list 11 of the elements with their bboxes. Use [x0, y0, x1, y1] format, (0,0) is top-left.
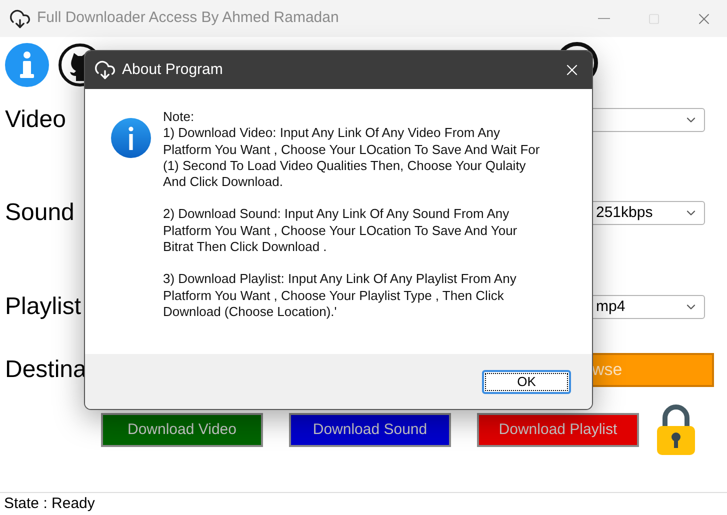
dialog-title: About Program — [122, 60, 223, 80]
note-heading: Note: — [163, 109, 196, 126]
window-title: Full Downloader Access By Ahmed Ramadan — [37, 8, 339, 28]
field-label: Sound — [5, 198, 74, 228]
dropdown-value: 251kbps — [596, 202, 653, 223]
note-paragraph: 1) Download Video: Input Any Link Of Any Video From Any Platform You Want , Choose Your LOcation To Save And Wait For (1) Second To Load Video Qualities Then, Choose Your Qulaity And Click Download. — [163, 125, 541, 190]
field-label: Destina — [5, 355, 86, 385]
status-text: State : Ready — [4, 494, 95, 514]
field-label: Video — [5, 105, 66, 135]
dropdown-value: mp4 — [596, 296, 626, 317]
field-label: Playlist — [5, 292, 82, 322]
